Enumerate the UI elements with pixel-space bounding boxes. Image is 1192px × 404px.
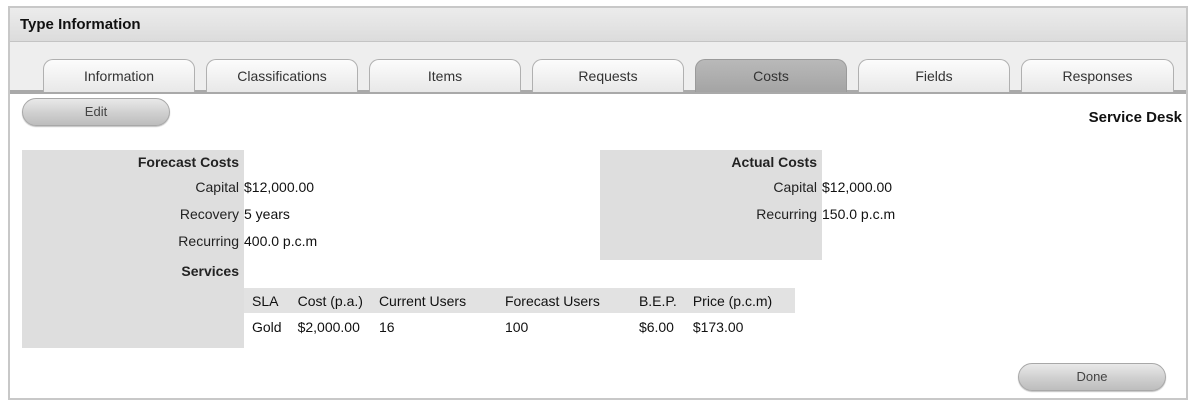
cell-current-users: 16 <box>378 319 395 335</box>
actual-capital-value: $12,000.00 <box>822 179 893 195</box>
forecast-capital-label: Capital <box>195 179 239 195</box>
forecast-costs-heading: Forecast Costs <box>137 154 239 170</box>
context-label: Service Desk <box>1088 109 1182 126</box>
tab-responses[interactable]: Responses <box>1021 59 1174 92</box>
services-header-row: SLA Cost (p.a.) Current Users Forecast U… <box>244 288 795 313</box>
forecast-recurring-value: 400.0 p.c.m <box>244 233 318 249</box>
tab-costs[interactable]: Costs <box>695 59 847 92</box>
tab-items[interactable]: Items <box>369 59 521 92</box>
column-header-cost: Cost (p.a.) <box>289 288 371 313</box>
cell-price: $173.00 <box>692 319 744 335</box>
column-header-sla: SLA <box>244 288 290 313</box>
forecast-recovery-label: Recovery <box>179 206 239 222</box>
type-information-panel: Type Information Information Classificat… <box>8 6 1188 400</box>
tab-fields[interactable]: Fields <box>858 59 1010 92</box>
actual-costs-heading: Actual Costs <box>731 154 817 170</box>
column-header-bep: B.E.P. <box>630 288 685 313</box>
actual-recurring-label: Recurring <box>756 206 817 222</box>
cell-sla: Gold <box>252 319 282 335</box>
actual-capital-label: Capital <box>773 179 817 195</box>
forecast-capital-value: $12,000.00 <box>244 179 315 195</box>
services-heading: Services <box>181 263 239 279</box>
cell-cost: $2,000.00 <box>297 319 360 335</box>
actual-recurring-value: 150.0 p.c.m <box>822 206 896 222</box>
forecast-recovery-value: 5 years <box>244 206 290 222</box>
cell-forecast-users: 100 <box>504 319 529 335</box>
tab-requests[interactable]: Requests <box>532 59 684 92</box>
cell-bep: $6.00 <box>638 319 674 335</box>
panel-title-bar: Type Information <box>10 8 1186 42</box>
column-header-forecast-users: Forecast Users <box>496 288 631 313</box>
column-header-current-users: Current Users <box>370 288 497 313</box>
column-header-price: Price (p.c.m) <box>684 288 795 313</box>
panel-title: Type Information <box>20 16 141 33</box>
tab-classifications[interactable]: Classifications <box>206 59 358 92</box>
services-table: SLA Cost (p.a.) Current Users Forecast U… <box>244 288 795 341</box>
edit-button[interactable]: Edit <box>22 98 170 126</box>
tab-strip: Information Classifications Items Reques… <box>10 42 1186 94</box>
tab-information[interactable]: Information <box>43 59 195 92</box>
forecast-recurring-label: Recurring <box>178 233 239 249</box>
done-button[interactable]: Done <box>1018 363 1166 391</box>
table-row: Gold $2,000.00 16 100 $6.00 $173.00 <box>244 313 795 341</box>
